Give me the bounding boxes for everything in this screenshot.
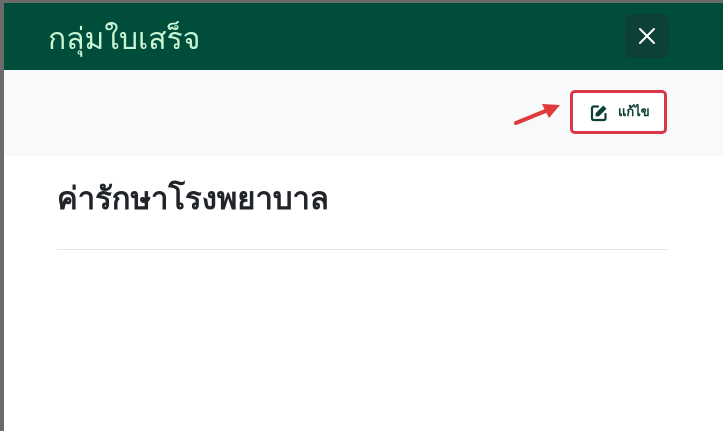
annotation-arrow <box>514 104 560 125</box>
divider <box>57 249 668 250</box>
modal-toolbar: แก้ไข <box>4 70 723 156</box>
edit-button-label: แก้ไข <box>618 105 650 120</box>
close-icon <box>639 28 655 44</box>
edit-icon <box>590 105 607 122</box>
modal-header: กลุ่มใบเสร็จ <box>4 3 723 70</box>
content-title: ค่ารักษาโรงพยาบาล <box>57 181 329 217</box>
close-button[interactable] <box>625 14 669 58</box>
modal-title: กลุ่มใบเสร็จ <box>48 22 201 57</box>
edit-button[interactable]: แก้ไข <box>570 90 667 134</box>
receipt-group-modal: กลุ่มใบเสร็จ แก้ไข ค่ารักษาโรงพยาบาล <box>4 3 723 431</box>
